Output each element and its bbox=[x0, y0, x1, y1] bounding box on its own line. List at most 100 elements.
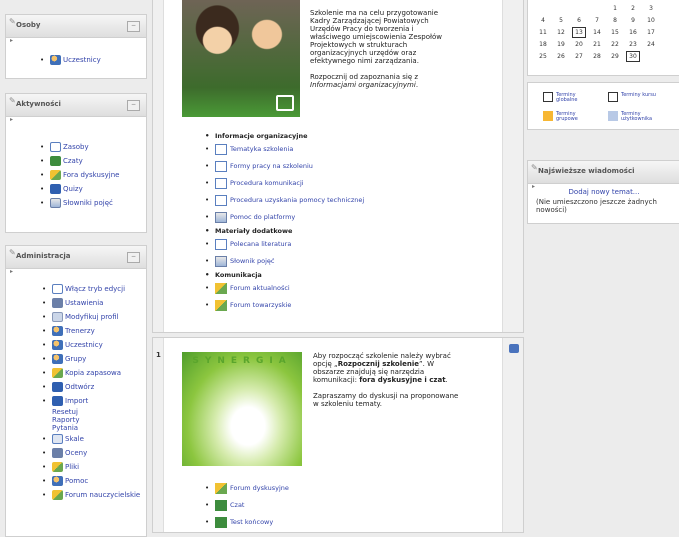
legend-label: Terminy użytkownika bbox=[621, 111, 653, 122]
calendar-day[interactable]: 22 bbox=[606, 38, 624, 50]
calendar-day[interactable]: 29 bbox=[606, 50, 624, 62]
edit-mode-icon bbox=[52, 284, 63, 294]
calendar-day[interactable]: 14 bbox=[588, 26, 606, 38]
list-item[interactable]: • Formy pracy na szkoleniu bbox=[205, 158, 364, 175]
sidebar-item-trenerzy[interactable]: • Trenerzy bbox=[42, 324, 140, 338]
sidebar-item-label: Pytania bbox=[52, 424, 79, 432]
link-text: Forum dyskusyjne bbox=[230, 484, 289, 492]
list-item[interactable]: • Procedura komunikacji bbox=[205, 175, 364, 192]
sidebar-item-uczestnicy[interactable]: • Uczestnicy bbox=[40, 53, 101, 67]
calendar-day[interactable]: 27 bbox=[570, 50, 588, 62]
photo-logo-icon bbox=[276, 95, 294, 111]
intro2-italic: Informacjami organizacyjnymi bbox=[310, 81, 416, 89]
sidebar-item-pliki[interactable]: • Pliki bbox=[42, 460, 140, 474]
calendar-day[interactable]: 15 bbox=[606, 26, 624, 38]
intro-text: Szkolenie ma na celu przygotowanie Kadry… bbox=[310, 9, 443, 65]
pencil-icon: ✎ bbox=[9, 248, 16, 257]
calendar-day[interactable]: 2 bbox=[624, 2, 642, 14]
list-item[interactable]: • Słownik pojęć bbox=[205, 253, 364, 270]
calendar-day[interactable]: 21 bbox=[588, 38, 606, 50]
calendar-day[interactable]: 20 bbox=[570, 38, 588, 50]
sidebar-item-pomoc[interactable]: • Pomoc bbox=[42, 474, 140, 488]
sidebar-item-profil[interactable]: • Modyfikuj profil bbox=[42, 310, 140, 324]
sidebar-item-import[interactable]: • Import bbox=[42, 394, 140, 408]
calendar-day[interactable]: 5 bbox=[552, 14, 570, 26]
add-topic-link[interactable]: Dodaj nowy temat... bbox=[528, 188, 679, 196]
sidebar-item-label: Forum nauczycielskie bbox=[65, 491, 141, 499]
forum-icon bbox=[52, 490, 63, 500]
calendar-day[interactable]: 11 bbox=[534, 26, 552, 38]
calendar-day[interactable]: 23 bbox=[624, 38, 642, 50]
calendar-day bbox=[570, 2, 588, 14]
sidebar-item-label: Raporty bbox=[52, 416, 80, 424]
link-text: Formy pracy na szkoleniu bbox=[230, 162, 313, 170]
calendar-day[interactable]: 10 bbox=[642, 14, 660, 26]
list-item[interactable]: • Pomoc do platformy bbox=[205, 209, 364, 226]
section-1-list: • Forum dyskusyjne • Czat • Test końcowy bbox=[205, 480, 289, 531]
pencil-icon: ✎ bbox=[9, 96, 16, 105]
sidebar-item-forum-nauczycielskie[interactable]: • Forum nauczycielskie bbox=[42, 488, 141, 502]
legend-swatch bbox=[608, 92, 618, 102]
calendar-day[interactable]: 12 bbox=[552, 26, 570, 38]
sidebar-item-uczestnicy[interactable]: • Uczestnicy bbox=[42, 338, 140, 352]
sidebar-item-quizy[interactable]: • Quizy bbox=[40, 182, 119, 196]
block-osoby: ✎ Osoby − ▸ • Uczestnicy bbox=[5, 14, 147, 79]
sidebar-item-pytania[interactable]: Pytania bbox=[52, 424, 140, 432]
list-item[interactable]: • Polecana literatura bbox=[205, 236, 364, 253]
calendar-day[interactable]: 25 bbox=[534, 50, 552, 62]
edit-icon[interactable] bbox=[509, 344, 519, 353]
section-side-right bbox=[502, 0, 523, 332]
right-column: 1 2 3 4 5 6 7 8 9 10 11 12 13 14 15 16 17 18 19 20 21 22 23 24 2… bbox=[527, 0, 679, 529]
link-text: Słownik pojęć bbox=[230, 257, 275, 265]
list-item[interactable]: • Procedura uzyskania pomocy technicznej bbox=[205, 192, 364, 209]
calendar-day[interactable]: 3 bbox=[642, 2, 660, 14]
sidebar-item-raporty[interactable]: Raporty bbox=[52, 416, 140, 424]
calendar-day[interactable]: 19 bbox=[552, 38, 570, 50]
list-item[interactable]: • Tematyka szkolenia bbox=[205, 141, 364, 158]
sidebar-item-odtworz[interactable]: • Odtwórz bbox=[42, 380, 140, 394]
sidebar-item-slowniki[interactable]: • Słowniki pojęć bbox=[40, 196, 119, 210]
list-item[interactable]: • Czat bbox=[205, 497, 289, 514]
sidebar-item-resetuj[interactable]: Resetuj bbox=[52, 408, 140, 416]
calendar-day[interactable]: 7 bbox=[588, 14, 606, 26]
calendar-day[interactable]: 16 bbox=[624, 26, 642, 38]
forum-icon bbox=[50, 170, 61, 180]
list-item[interactable]: • Forum aktualności bbox=[205, 280, 364, 297]
calendar-day[interactable]: 28 bbox=[588, 50, 606, 62]
sidebar-item-label: Fora dyskusyjne bbox=[63, 171, 120, 179]
list-item[interactable]: • Forum dyskusyjne bbox=[205, 480, 289, 497]
calendar-day[interactable]: 26 bbox=[552, 50, 570, 62]
calendar-day[interactable]: 13 bbox=[570, 26, 588, 38]
arrow-icon: ▸ bbox=[10, 268, 14, 275]
collapse-icon[interactable]: − bbox=[127, 252, 140, 263]
list-heading: • Materiały dodatkowe bbox=[205, 227, 293, 235]
sidebar-item-oceny[interactable]: • Oceny bbox=[42, 446, 140, 460]
calendar-day[interactable]: 1 bbox=[606, 2, 624, 14]
list-item[interactable]: • Forum towarzyskie bbox=[205, 297, 364, 314]
link-text: Test końcowy bbox=[230, 518, 274, 526]
sidebar-item-fora[interactable]: • Fora dyskusyjne bbox=[40, 168, 120, 182]
calendar-day[interactable]: 18 bbox=[534, 38, 552, 50]
calendar-day[interactable]: 4 bbox=[534, 14, 552, 26]
section-side-right bbox=[502, 338, 523, 532]
list-item[interactable]: • Test końcowy bbox=[205, 514, 289, 531]
collapse-icon[interactable]: − bbox=[127, 100, 140, 111]
calendar-day[interactable]: 30 bbox=[624, 50, 642, 62]
calendar-day[interactable]: 6 bbox=[570, 14, 588, 26]
glossary-icon bbox=[215, 256, 227, 267]
sidebar-item-grupy[interactable]: • Grupy bbox=[42, 352, 140, 366]
collapse-icon[interactable]: − bbox=[127, 21, 140, 32]
sidebar-item-label: Pliki bbox=[65, 463, 80, 471]
sidebar-item-ustawienia[interactable]: • Ustawienia bbox=[42, 296, 140, 310]
calendar-day[interactable]: 24 bbox=[642, 38, 660, 50]
block-header: ✎ Najświeższe wiadomości ▸ bbox=[528, 161, 679, 190]
calendar-day[interactable]: 8 bbox=[606, 14, 624, 26]
sidebar-item-zasoby[interactable]: • Zasoby bbox=[40, 140, 119, 154]
sidebar-item-edit-mode[interactable]: • Włącz tryb edycji bbox=[42, 282, 140, 296]
calendar-day[interactable]: 9 bbox=[624, 14, 642, 26]
list-heading: • Komunikacja bbox=[205, 271, 262, 279]
sidebar-item-skale[interactable]: • Skale bbox=[42, 432, 140, 446]
calendar-day[interactable]: 17 bbox=[642, 26, 660, 38]
sidebar-item-czaty[interactable]: • Czaty bbox=[40, 154, 119, 168]
sidebar-item-kopia[interactable]: • Kopia zapasowa bbox=[42, 366, 140, 380]
